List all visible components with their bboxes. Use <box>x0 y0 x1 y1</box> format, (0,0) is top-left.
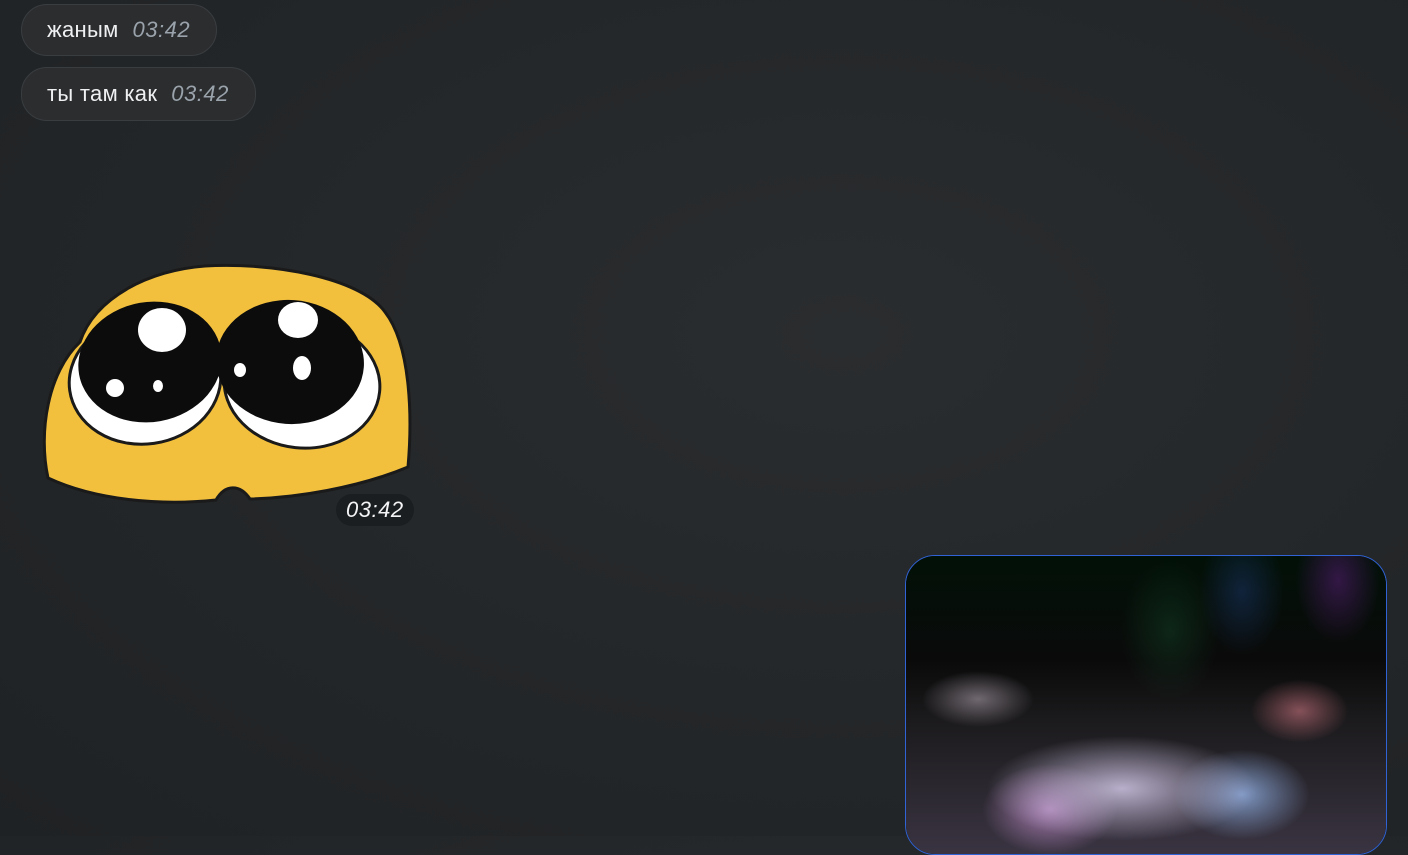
message-text: ты там как <box>47 81 158 106</box>
incoming-message-bubble[interactable]: ты там как 03:42 <box>21 67 256 121</box>
media-preview[interactable] <box>905 555 1387 855</box>
pleading-face-sticker-icon[interactable] <box>40 262 415 514</box>
message-time: 03:42 <box>132 17 191 42</box>
sticker-time-badge: 03:42 <box>336 494 414 526</box>
blurred-photo-preview <box>906 556 1386 854</box>
message-text: жаным <box>47 17 119 42</box>
message-time: 03:42 <box>171 81 229 106</box>
incoming-message-bubble[interactable]: жаным 03:42 <box>21 4 218 56</box>
